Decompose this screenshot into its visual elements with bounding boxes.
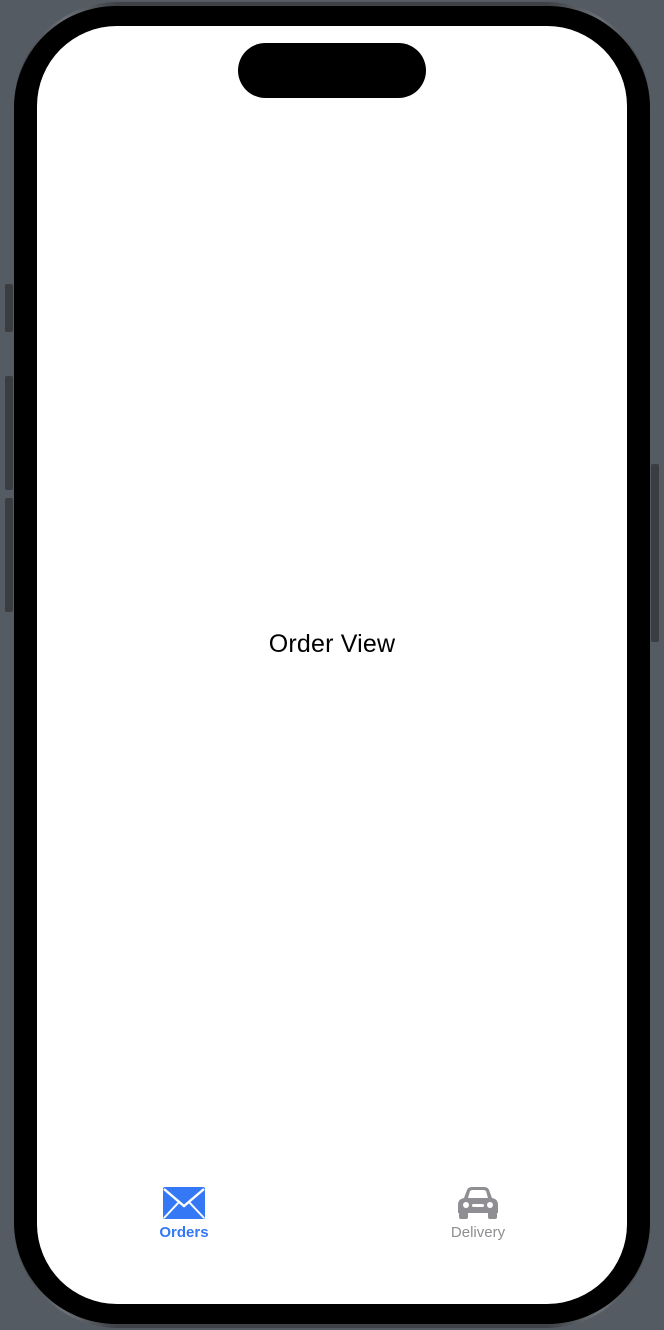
dynamic-island: [238, 43, 426, 98]
tab-orders-label: Orders: [159, 1224, 209, 1241]
screen: Order View Orders Delivery: [37, 26, 627, 1304]
tab-delivery-label: Delivery: [450, 1224, 506, 1241]
order-view-title: Order View: [268, 630, 396, 658]
tab-orders[interactable]: Orders: [124, 1186, 244, 1256]
volume-up-button: [5, 376, 13, 490]
car-icon: [458, 1187, 498, 1219]
action-button: [5, 284, 13, 332]
volume-down-button: [5, 498, 13, 612]
power-button: [651, 464, 659, 642]
envelope-icon: [163, 1187, 205, 1219]
tab-delivery[interactable]: Delivery: [418, 1186, 538, 1256]
tab-bar: Orders Delivery: [37, 1176, 627, 1266]
